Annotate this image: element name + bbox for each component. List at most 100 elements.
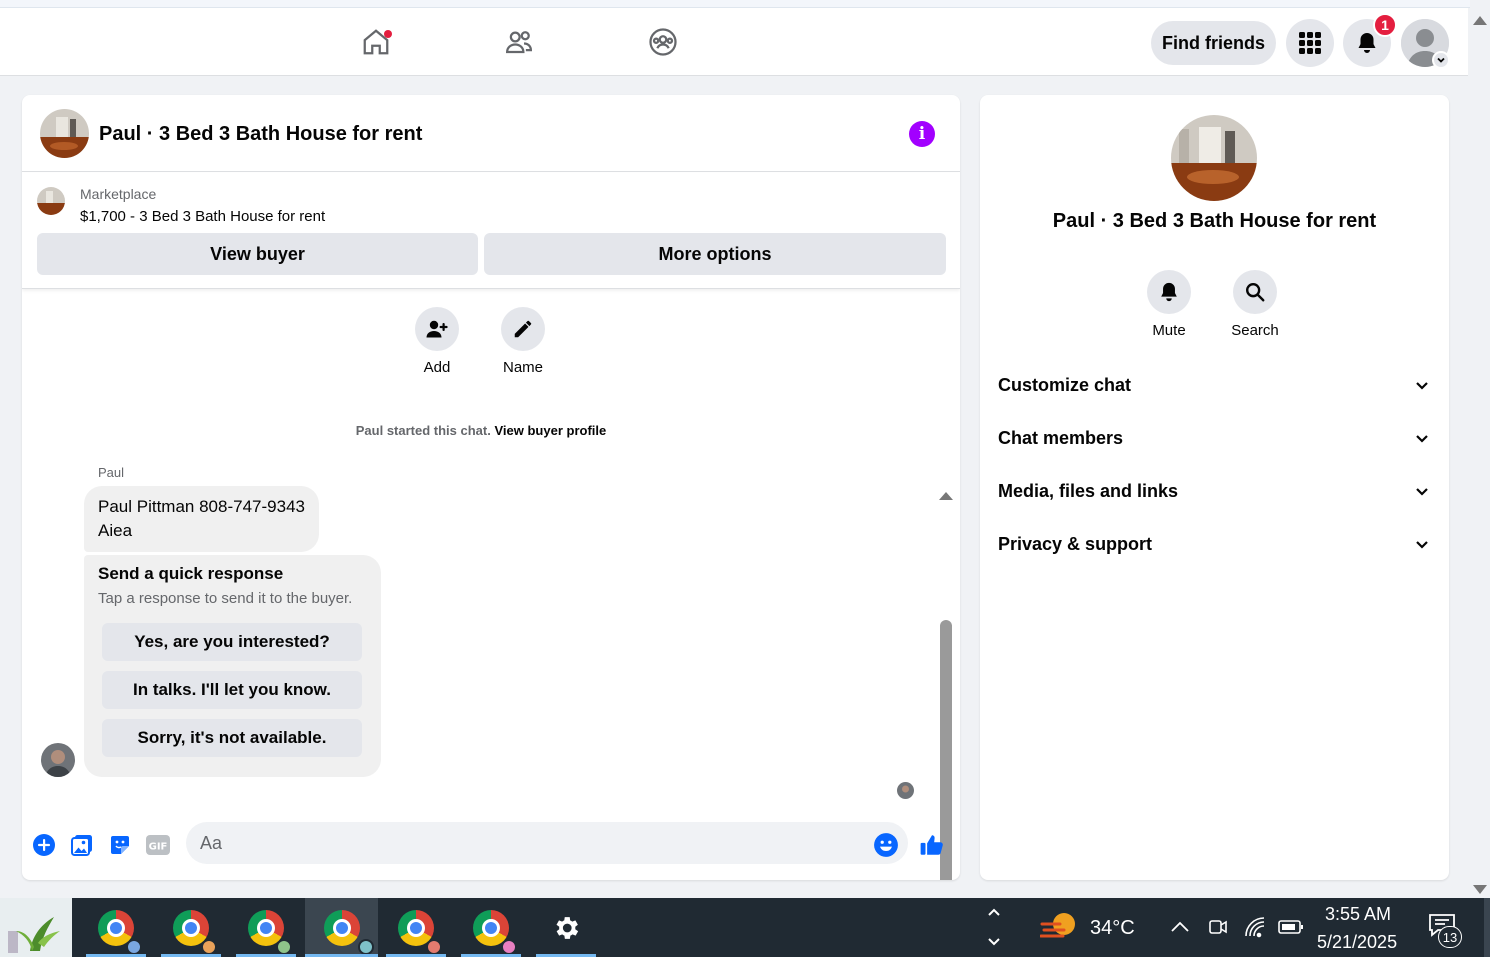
- chat-title: Paul · 3 Bed 3 Bath House for rent: [99, 123, 423, 145]
- notification-center-button[interactable]: 13: [1428, 912, 1468, 952]
- section-label: Media, files and links: [998, 480, 1179, 501]
- weather-temperature[interactable]: 34°C: [1090, 917, 1135, 940]
- section-label: Privacy & support: [998, 533, 1153, 554]
- photo-gallery-icon: [71, 835, 92, 856]
- search-icon: [1246, 283, 1265, 302]
- mute-label: Mute: [1152, 322, 1186, 339]
- profile-badge-icon: [501, 939, 517, 955]
- page-scrollbar[interactable]: [1468, 8, 1490, 898]
- groups-nav-button[interactable]: [643, 22, 683, 62]
- privacy-support-section[interactable]: Privacy & support: [988, 519, 1440, 569]
- scroll-down-arrow-icon[interactable]: [1473, 885, 1487, 894]
- name-label: Name: [502, 359, 543, 376]
- more-options-button[interactable]: More options: [484, 233, 946, 275]
- sender-name: Paul: [98, 465, 125, 480]
- quick-response-subtitle: Tap a response to send it to the buyer.: [98, 590, 353, 607]
- add-person-icon: [426, 320, 448, 338]
- clock-date[interactable]: 5/21/2025: [1317, 932, 1397, 953]
- name-chat-action[interactable]: Name: [488, 307, 558, 376]
- info-icon[interactable]: i: [909, 121, 935, 147]
- gif-icon: GIF: [146, 835, 170, 855]
- notification-count-badge: 1: [1373, 13, 1397, 37]
- listing-avatar[interactable]: [40, 109, 89, 158]
- chat-started-text: Paul started this chat.: [355, 423, 491, 438]
- name-chat-button[interactable]: [501, 307, 545, 351]
- mute-action[interactable]: Mute: [1134, 270, 1204, 339]
- marketplace-listing-card: Marketplace $1,700 - 3 Bed 3 Bath House …: [22, 173, 960, 289]
- taskbar-chrome-4-active[interactable]: [305, 898, 378, 957]
- plant-icon: [8, 916, 60, 953]
- quick-response-interested[interactable]: Yes, are you interested?: [102, 623, 362, 661]
- find-friends-button[interactable]: Find friends: [1151, 21, 1276, 65]
- taskbar-chrome-2[interactable]: [161, 898, 221, 957]
- battery-icon[interactable]: [1278, 919, 1304, 935]
- account-caret[interactable]: [1432, 51, 1450, 69]
- profile-badge-icon: [358, 939, 374, 955]
- taskbar-plant-app[interactable]: [0, 898, 72, 957]
- listing-source-label: Marketplace: [80, 186, 157, 202]
- attach-photo-button[interactable]: [69, 832, 95, 858]
- chevron-down-icon: [1416, 435, 1428, 443]
- taskbar-scroll-arrows[interactable]: [980, 898, 1008, 957]
- show-desktop-button[interactable]: [1484, 898, 1490, 957]
- read-receipt-avatar: [897, 782, 914, 799]
- scroll-up-arrow-icon[interactable]: [939, 492, 953, 500]
- section-label: Chat members: [998, 427, 1124, 448]
- room-photo-icon: [40, 109, 89, 158]
- chevron-up-icon[interactable]: [1170, 919, 1190, 935]
- wifi-icon[interactable]: [1243, 916, 1267, 938]
- weather-widget[interactable]: [1039, 910, 1080, 949]
- more-actions-button[interactable]: [31, 832, 57, 858]
- quick-response-in-talks[interactable]: In talks. I'll let you know.: [102, 671, 362, 709]
- home-nav-button[interactable]: [356, 22, 396, 62]
- friends-nav-button[interactable]: [499, 22, 539, 62]
- media-files-links-section[interactable]: Media, files and links: [988, 466, 1440, 516]
- gif-button[interactable]: GIF: [145, 832, 171, 858]
- view-buyer-profile-link[interactable]: View buyer profile: [494, 423, 606, 438]
- view-buyer-button[interactable]: View buyer: [37, 233, 478, 275]
- chevron-down-icon: [988, 938, 1000, 946]
- add-label: Add: [423, 359, 451, 376]
- taskbar-chrome-6[interactable]: [461, 898, 521, 957]
- chat-details-panel: Paul · 3 Bed 3 Bath House for rent Mute …: [980, 95, 1449, 880]
- smiley-face-icon: [874, 833, 898, 857]
- send-like-button[interactable]: [919, 832, 945, 858]
- scroll-up-arrow-icon[interactable]: [1473, 16, 1487, 25]
- emoji-button[interactable]: [873, 832, 899, 858]
- notifications-button[interactable]: 1: [1343, 13, 1397, 67]
- add-person-button[interactable]: [415, 307, 459, 351]
- message-input[interactable]: [186, 822, 908, 864]
- mute-button[interactable]: [1147, 270, 1191, 314]
- gear-icon: [556, 916, 579, 939]
- groups-icon: [649, 28, 677, 56]
- add-people-action[interactable]: Add: [402, 307, 472, 376]
- search-in-chat-button[interactable]: [1233, 270, 1277, 314]
- quick-response-not-available[interactable]: Sorry, it's not available.: [102, 719, 362, 757]
- listing-profile-photo[interactable]: [1171, 115, 1257, 201]
- taskbar-settings[interactable]: [536, 898, 596, 957]
- taskbar-chrome-1[interactable]: [86, 898, 146, 957]
- message-bubble[interactable]: Paul Pittman 808-747-9343 Aiea: [84, 486, 319, 552]
- chrome-icon: [323, 909, 360, 946]
- sticker-button[interactable]: [107, 832, 133, 858]
- taskbar-chrome-5[interactable]: [386, 898, 446, 957]
- room-photo-icon: [1171, 115, 1257, 201]
- message-text-line1: Paul Pittman 808-747-9343: [98, 497, 305, 516]
- hot-weather-icon: [1039, 913, 1075, 938]
- profile-badge-icon: [276, 939, 292, 955]
- bell-icon: [1358, 33, 1376, 53]
- listing-title[interactable]: $1,700 - 3 Bed 3 Bath House for rent: [80, 208, 325, 225]
- listing-thumbnail[interactable]: [37, 187, 65, 215]
- clock-time[interactable]: 3:55 AM: [1325, 904, 1391, 925]
- menu-button[interactable]: [1286, 19, 1334, 67]
- notification-center-count: 13: [1438, 926, 1462, 948]
- search-action[interactable]: Search: [1220, 270, 1290, 339]
- section-label: Customize chat: [998, 374, 1132, 395]
- taskbar-chrome-3[interactable]: [236, 898, 296, 957]
- chat-members-section[interactable]: Chat members: [988, 413, 1440, 463]
- sender-avatar[interactable]: [41, 743, 75, 777]
- chevron-down-icon: [1437, 57, 1445, 63]
- sticker-icon: [111, 836, 129, 854]
- meet-camera-icon[interactable]: [1207, 916, 1229, 938]
- customize-chat-section[interactable]: Customize chat: [988, 360, 1440, 410]
